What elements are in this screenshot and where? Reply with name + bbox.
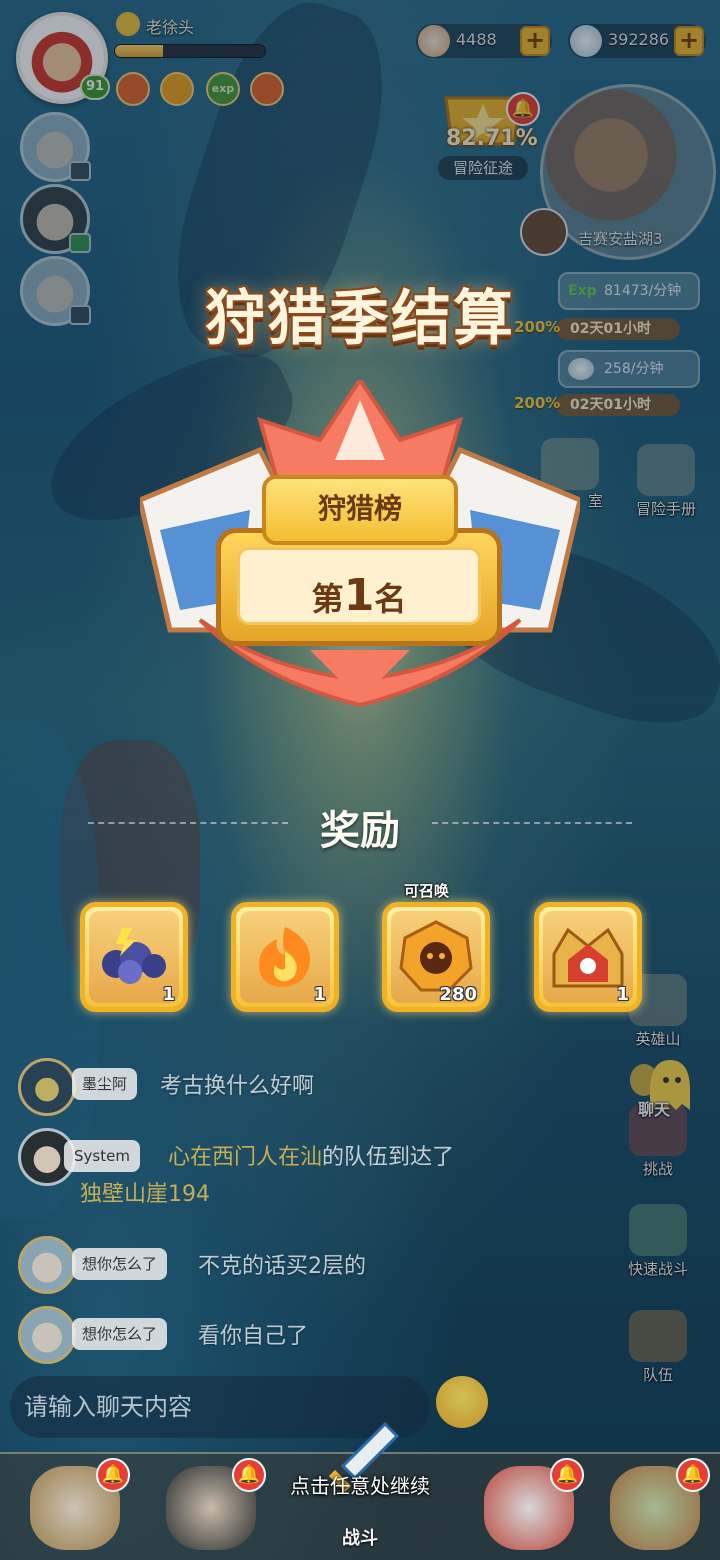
chat-message-3: 不克的话买2层的 bbox=[198, 1254, 366, 1279]
chat-username-3: 想你怎么了 bbox=[72, 1248, 168, 1280]
chat-message-system: 心在西门人在汕的队伍到达了 bbox=[168, 1138, 568, 1178]
reward-item-2[interactable]: 1 bbox=[231, 902, 339, 1012]
reward-item-4[interactable]: 1 bbox=[534, 902, 642, 1012]
rank-number: 1 bbox=[343, 570, 375, 621]
tap-to-continue-hint[interactable]: 点击任意处继续 bbox=[0, 1470, 720, 1499]
rewards-title: 奖励 bbox=[320, 808, 400, 854]
reward-item-1-count: 1 bbox=[162, 984, 175, 1005]
rank-suffix: 名 bbox=[374, 580, 407, 618]
system-msg-place: 独壁山崖194 bbox=[80, 1182, 210, 1207]
system-msg-part-1: 心在西门人在 bbox=[168, 1145, 301, 1170]
chat-avatar-1[interactable] bbox=[18, 1058, 76, 1116]
reward-item-3-count: 280 bbox=[439, 984, 477, 1005]
system-msg-part-2: 汕 bbox=[300, 1145, 323, 1170]
system-msg-part-3: 的队伍 bbox=[322, 1145, 389, 1170]
storm-cloud-icon bbox=[102, 928, 166, 984]
rank-position: 第1名 bbox=[216, 570, 502, 621]
rank-prefix: 第 bbox=[311, 580, 344, 618]
summonable-tag: 可召唤 bbox=[404, 882, 450, 900]
reward-item-4-count: 1 bbox=[616, 984, 629, 1005]
chat-avatar-4[interactable] bbox=[18, 1306, 76, 1364]
crown-chest-icon bbox=[552, 927, 624, 988]
emoji-icon[interactable] bbox=[436, 1376, 488, 1428]
flame-icon bbox=[259, 927, 310, 987]
chat-message-1: 考古换什么好啊 bbox=[160, 1074, 315, 1099]
reward-item-1[interactable]: 1 bbox=[80, 902, 188, 1012]
chat-username-system: System bbox=[64, 1140, 140, 1172]
chat-avatar-3[interactable] bbox=[18, 1236, 76, 1294]
reward-item-2-count: 1 bbox=[313, 984, 326, 1005]
chat-username-4: 想你怎么了 bbox=[72, 1318, 168, 1350]
system-msg-part-4: 到达了 bbox=[388, 1145, 455, 1170]
chat-message-4: 看你自己了 bbox=[198, 1324, 309, 1349]
hunting-season-title: 狩猎季结算 bbox=[205, 284, 515, 354]
chat-username-1: 墨尘阿 bbox=[72, 1068, 138, 1100]
reward-item-3[interactable]: 280 bbox=[382, 902, 490, 1012]
battle-tab-label: 战斗 bbox=[342, 1528, 378, 1549]
ranking-board-banner: 狩猎榜 bbox=[262, 475, 458, 545]
